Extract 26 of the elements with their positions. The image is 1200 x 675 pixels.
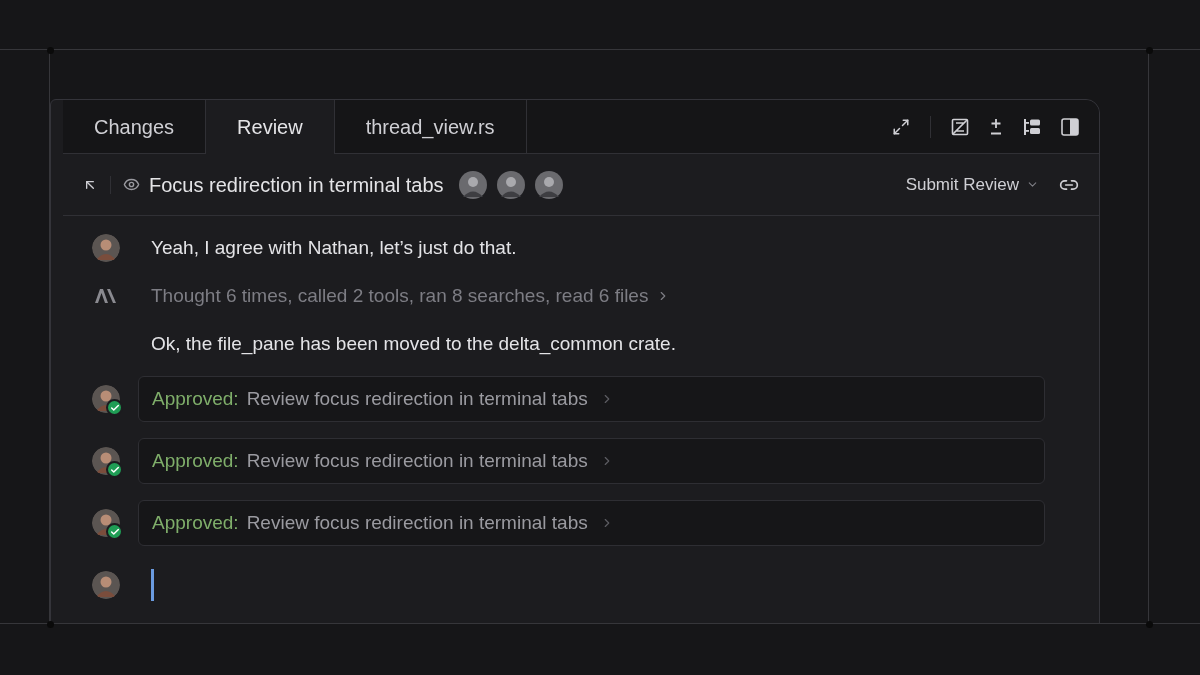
avatar — [92, 571, 120, 599]
approval-card[interactable]: Approved: Review focus redirection in terminal tabs — [138, 376, 1045, 422]
expand-icon[interactable] — [892, 117, 910, 136]
avatar — [92, 234, 120, 262]
tab[interactable]: Review — [206, 100, 335, 154]
review-title: Focus redirection in terminal tabs — [149, 172, 444, 198]
activity-summary[interactable]: Thought 6 times, called 2 tools, ran 8 searches, read 6 files — [151, 281, 671, 311]
participant-avatar — [534, 170, 563, 199]
sidebar-toggle-icon[interactable] — [1061, 117, 1079, 136]
tab[interactable]: Changes — [63, 100, 207, 153]
tab[interactable]: thread_view.rs — [334, 100, 527, 153]
check-badge-icon — [106, 399, 123, 416]
eye-icon — [123, 176, 140, 193]
crossed-square-icon[interactable] — [951, 117, 969, 136]
check-badge-icon — [106, 461, 123, 478]
tree-list-icon[interactable] — [1023, 117, 1041, 136]
approval-card[interactable]: Approved: Review focus redirection in terminal tabs — [138, 500, 1045, 546]
participant-avatar — [458, 170, 487, 199]
message-text: Ok, the file_pane has been moved to the delta_common crate. — [151, 331, 676, 357]
plus-minus-icon[interactable] — [989, 117, 1003, 136]
message-text: Yeah, I agree with Nathan, let’s just do that. — [151, 235, 517, 260]
check-badge-icon — [106, 523, 123, 540]
agent-logo-icon — [95, 289, 117, 303]
participant-avatar — [496, 170, 525, 199]
approval-card[interactable]: Approved: Review focus redirection in terminal tabs — [138, 438, 1045, 484]
submit-review-dropdown[interactable]: Submit Review — [905, 171, 1039, 198]
